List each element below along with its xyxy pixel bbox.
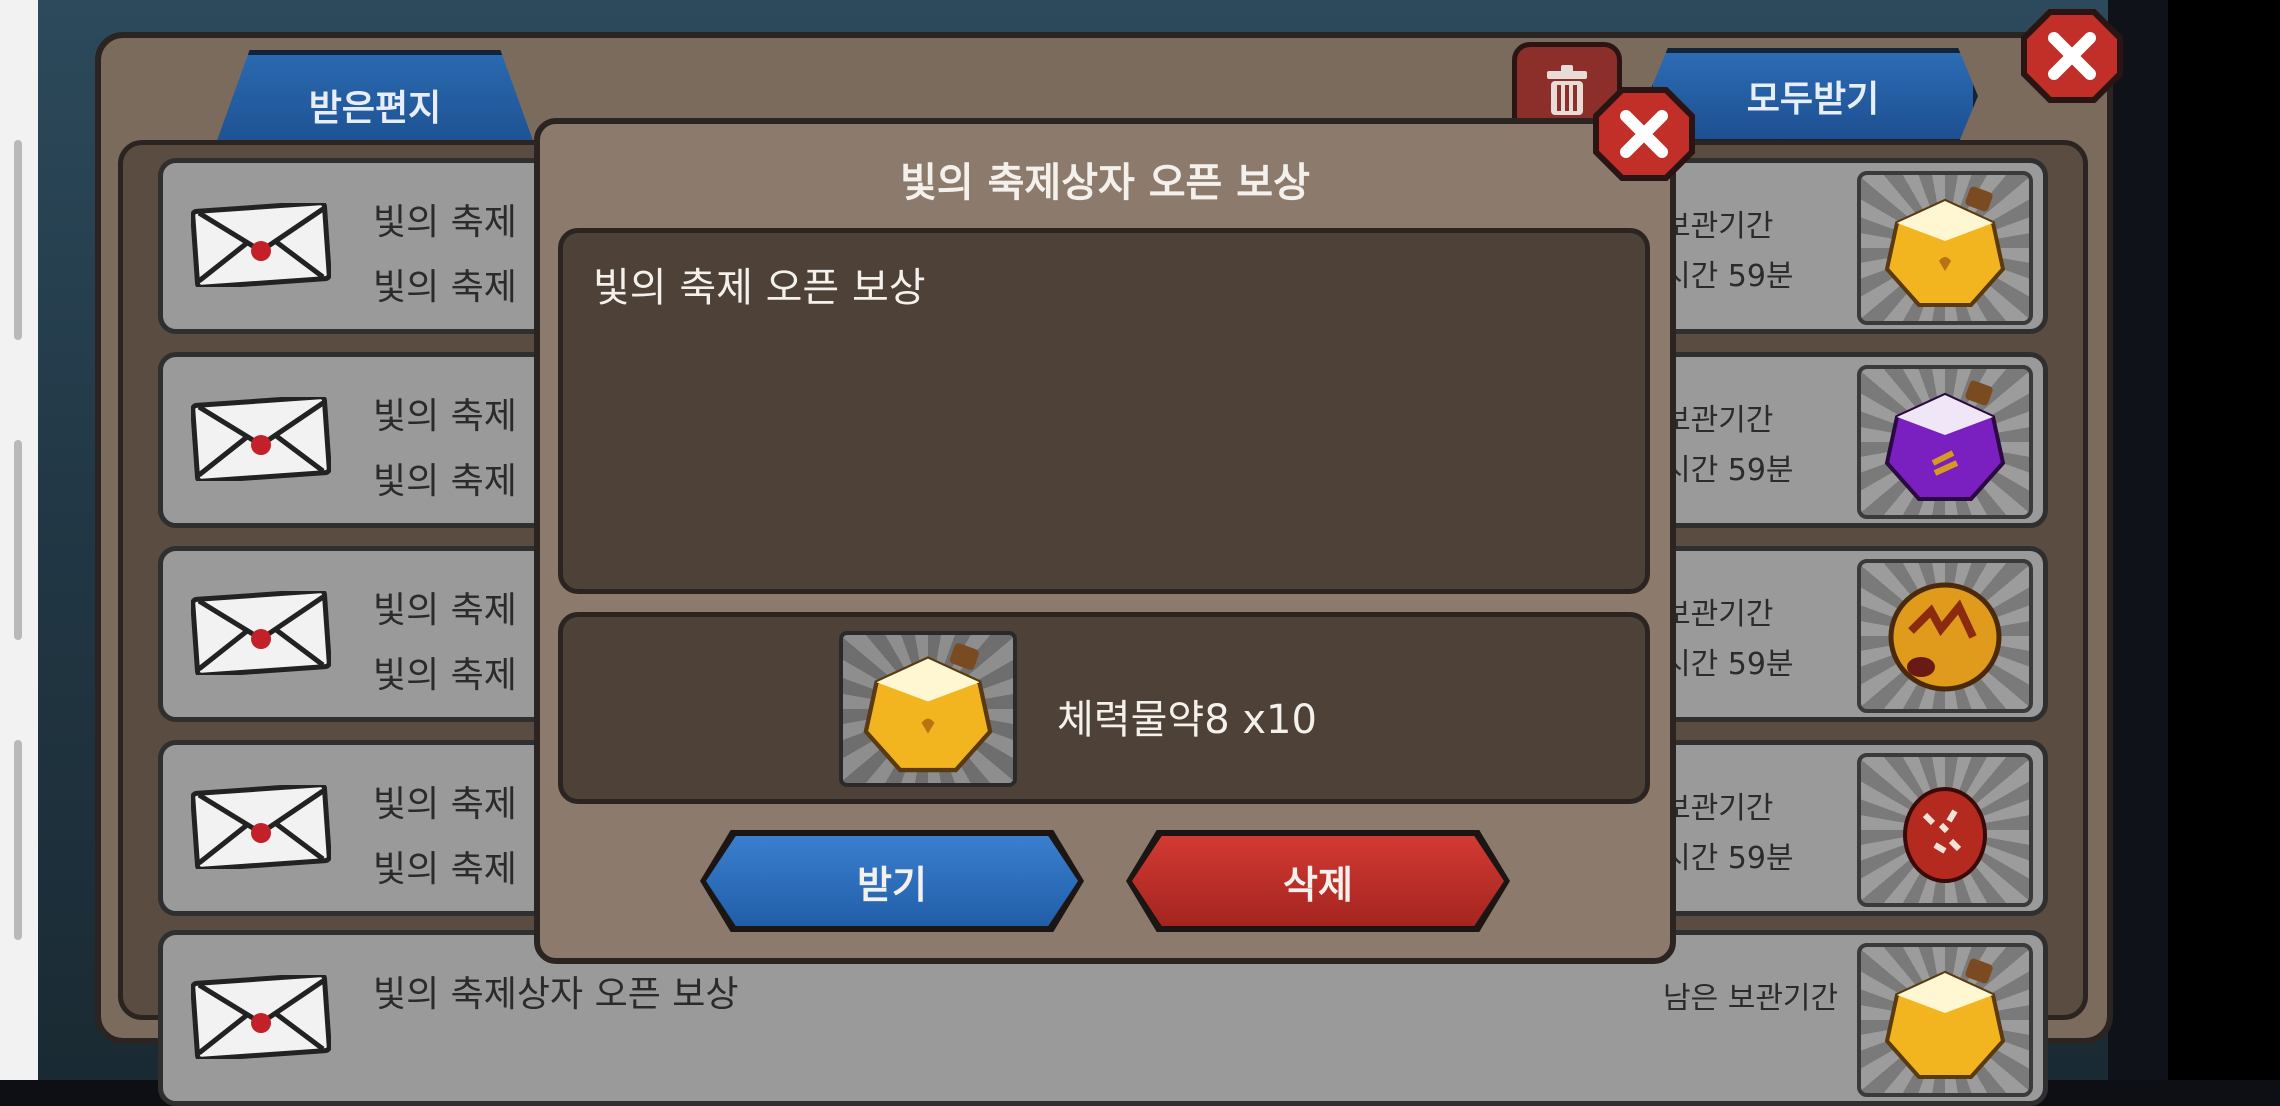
- mail-title: 빛의 축제: [373, 202, 517, 243]
- receive-all-label: 모두받기: [1746, 79, 1880, 120]
- storage-label: 보관기간: [1663, 597, 1774, 632]
- reward-item-thumbnail: [839, 631, 1017, 787]
- mail-title: 빛의 축제: [373, 590, 517, 631]
- item-thumbnail: [1857, 559, 2033, 713]
- close-icon[interactable]: [2020, 8, 2124, 104]
- envelope-icon: [191, 591, 331, 675]
- mail-title: 빛의 축제: [373, 784, 517, 825]
- system-right-bar: [2168, 0, 2280, 1080]
- scroll-indicator: [14, 140, 22, 340]
- item-thumbnail: [1857, 753, 2033, 907]
- delete-button[interactable]: 삭제: [1132, 836, 1504, 926]
- item-thumbnail: [1857, 365, 2033, 519]
- storage-time: 시간 59분: [1663, 259, 1794, 294]
- yellow-potion-icon: [863, 643, 993, 773]
- trash-icon: [1547, 65, 1587, 115]
- delete-button-label: 삭제: [1283, 862, 1353, 907]
- envelope-icon: [191, 397, 331, 481]
- mail-subtitle: 빛의 축제: [373, 461, 517, 502]
- scroll-indicator: [14, 740, 22, 940]
- shell-icon: [1903, 787, 1987, 883]
- storage-label: 보관기간: [1663, 403, 1774, 438]
- item-thumbnail: [1857, 171, 2033, 325]
- reward-item-label: 체력물약8 x10: [1057, 697, 1317, 743]
- storage-label: 보관기간: [1663, 209, 1774, 244]
- storage-label: 남은 보관기간: [1663, 981, 1839, 1016]
- storage-time: 시간 59분: [1663, 841, 1794, 876]
- envelope-icon: [191, 203, 331, 287]
- receive-button[interactable]: 받기: [706, 836, 1078, 926]
- receive-button-label: 받기: [857, 862, 927, 907]
- item-thumbnail: [1857, 943, 2033, 1097]
- message-text: 빛의 축제 오픈 보상: [593, 265, 926, 311]
- mail-title: 빛의 축제: [373, 396, 517, 437]
- envelope-icon: [191, 785, 331, 869]
- storage-time: 시간 59분: [1663, 647, 1794, 682]
- receive-all-button[interactable]: 모두받기: [1648, 48, 1978, 144]
- mail-subtitle: 빛의 축제: [373, 849, 517, 890]
- background-edge: [2108, 0, 2168, 1080]
- mail-subtitle: 빛의 축제: [373, 655, 517, 696]
- close-icon[interactable]: [1592, 86, 1696, 182]
- purple-potion-icon: [1884, 380, 2006, 501]
- golden-egg-icon: [1888, 582, 2002, 692]
- mail-subtitle: 빛의 축제: [373, 267, 517, 308]
- mail-title: 빛의 축제상자 오픈 보상: [373, 974, 739, 1015]
- reward-box: 체력물약8 x10: [558, 612, 1650, 804]
- storage-label: 보관기간: [1663, 791, 1774, 826]
- yellow-potion-icon: [1884, 958, 2006, 1079]
- tab-label: 받은편지: [308, 88, 442, 129]
- yellow-potion-icon: [1884, 186, 2006, 307]
- envelope-icon: [191, 975, 331, 1059]
- storage-time: 시간 59분: [1663, 453, 1794, 488]
- scroll-indicator: [14, 440, 22, 640]
- system-side-rail: [0, 0, 38, 1080]
- message-box: 빛의 축제 오픈 보상: [558, 228, 1650, 594]
- dialog-title: 빛의 축제상자 오픈 보상: [900, 160, 1310, 206]
